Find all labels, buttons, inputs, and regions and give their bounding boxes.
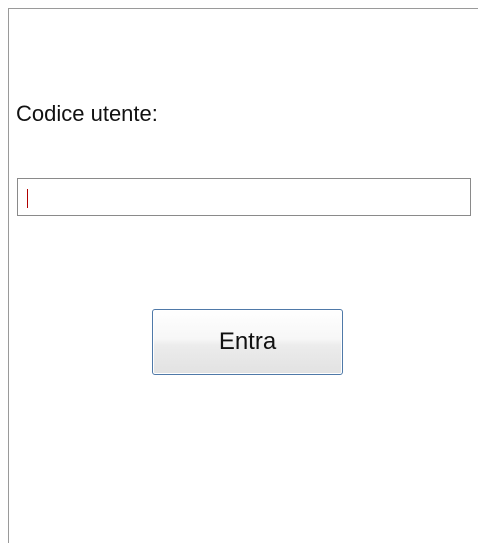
login-panel	[8, 8, 478, 543]
user-code-label: Codice utente:	[16, 101, 158, 126]
text-caret	[27, 189, 28, 208]
user-code-input[interactable]	[17, 178, 471, 216]
submit-button[interactable]: Entra	[152, 309, 343, 375]
